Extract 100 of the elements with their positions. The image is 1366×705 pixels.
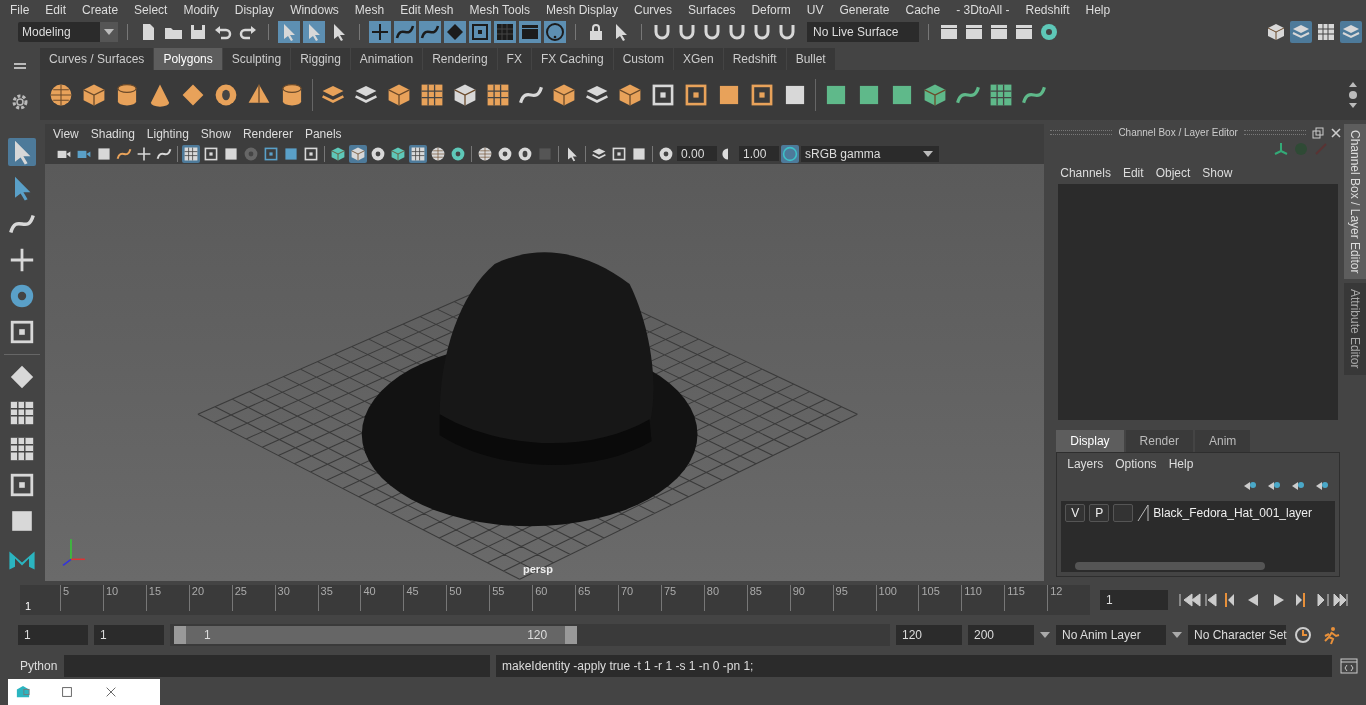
menu-item[interactable]: Modify	[175, 3, 227, 17]
caret-icon[interactable]	[1040, 632, 1050, 639]
shelf-tab[interactable]: Polygons	[154, 47, 222, 70]
side-tab[interactable]: Channel Box / Layer Editor	[1344, 123, 1366, 280]
color-space-dropdown[interactable]: sRGB gamma	[800, 145, 939, 162]
menu-item[interactable]: Generate	[831, 3, 898, 17]
menu-item[interactable]: Surfaces	[680, 3, 744, 17]
frame-icon[interactable]	[469, 20, 491, 43]
end-frame-field[interactable]: 200	[968, 625, 1034, 646]
playback-start-field[interactable]: 1	[94, 625, 164, 646]
shelf-tab[interactable]: Curves / Surfaces	[40, 47, 154, 70]
minimized-window-bar[interactable]	[8, 679, 160, 705]
float-icon[interactable]	[1312, 126, 1325, 139]
panel-menu-item[interactable]: View	[46, 126, 85, 141]
start-frame-field[interactable]: 1	[18, 625, 88, 646]
shelf-tab[interactable]: Redshift	[723, 47, 786, 70]
panel-menu-item[interactable]: Panels	[298, 126, 348, 141]
script-language-label[interactable]: Python	[20, 659, 58, 673]
maximize-icon[interactable]	[60, 685, 74, 699]
app-icon[interactable]	[16, 685, 30, 699]
side-tab[interactable]: Attribute Editor	[1344, 283, 1366, 375]
shelf-tab[interactable]: FX	[497, 47, 531, 70]
panel-menu-item[interactable]: Channels	[1054, 165, 1117, 180]
layer-tab[interactable]: Anim	[1194, 429, 1251, 452]
menu-set-dropdown[interactable]: Modeling	[18, 21, 118, 42]
character-set-dropdown[interactable]: No Character Set	[1188, 625, 1286, 646]
axis-icon[interactable]	[1274, 141, 1288, 156]
curve-icon[interactable]	[394, 20, 416, 43]
shelf-tab[interactable]: FX Caching	[531, 47, 613, 70]
menu-item[interactable]: Deform	[743, 3, 799, 17]
script-editor-icon[interactable]	[1338, 655, 1360, 677]
curve-icon[interactable]	[419, 20, 441, 43]
layer-tab[interactable]: Display	[1056, 429, 1124, 452]
menu-item[interactable]: Mesh Tools	[461, 3, 538, 17]
plus-icon[interactable]	[369, 20, 391, 43]
menu-item[interactable]: UV	[798, 3, 832, 17]
shelf-tab[interactable]: Rigging	[291, 47, 350, 70]
shelf-tab[interactable]: Animation	[350, 47, 423, 70]
menu-item[interactable]: Edit	[37, 3, 75, 17]
frame-ruler[interactable]: 1 5 10 15 20 25 30 35 40 45 50 55 60 65 70 75 80 85 90 95 100 105 110 115 12	[20, 585, 1090, 616]
menu-item[interactable]: - 3DtoAll -	[948, 3, 1018, 17]
menu-item[interactable]: Curves	[626, 3, 681, 17]
panel-menu-item[interactable]: Renderer	[236, 126, 299, 141]
playback-end-field[interactable]: 120	[896, 625, 962, 646]
menu-item[interactable]: Windows	[282, 3, 347, 17]
caret-icon[interactable]	[1172, 632, 1182, 639]
shelf-tab[interactable]: Sculpting	[222, 47, 291, 70]
cube-icon[interactable]	[348, 144, 367, 163]
layer-tab[interactable]: Render	[1125, 429, 1193, 452]
panel-menu-item[interactable]: Show	[1196, 165, 1239, 180]
live-surface-field[interactable]: No Live Surface	[807, 21, 919, 42]
reference-toggle[interactable]	[1113, 503, 1134, 522]
current-frame-field[interactable]: 1	[1100, 590, 1168, 611]
playback-controls-icon[interactable]	[1178, 592, 1348, 609]
menu-item[interactable]: File	[2, 3, 38, 17]
grid-icon[interactable]	[494, 20, 516, 43]
panel-menu-item[interactable]: Layers	[1061, 456, 1110, 471]
shelf-tab[interactable]: Rendering	[423, 47, 497, 70]
layers-icon[interactable]	[1290, 20, 1312, 43]
toggle-icon[interactable]	[780, 144, 799, 163]
command-input-field[interactable]	[64, 655, 490, 677]
cylinder-icon[interactable]	[114, 81, 140, 108]
grid-icon[interactable]	[408, 144, 427, 163]
panel-menu-item[interactable]: Shading	[84, 126, 141, 141]
close-icon[interactable]	[104, 685, 118, 699]
panel-menu-item[interactable]: Show	[194, 126, 237, 141]
menu-item[interactable]: Mesh Display	[538, 3, 627, 17]
panel-menu-item[interactable]: Edit	[1116, 165, 1150, 180]
menu-item[interactable]: Redshift	[1017, 3, 1078, 17]
playback-toggle[interactable]: P	[1089, 503, 1110, 522]
visibility-toggle[interactable]: V	[1065, 503, 1086, 522]
cylinder-icon[interactable]	[279, 81, 305, 108]
layer-name[interactable]: Black_Fedora_Hat_001_layer	[1153, 505, 1312, 520]
menu-item[interactable]: Cache	[897, 3, 949, 17]
cursor-icon[interactable]	[278, 20, 300, 43]
panel-menu-item[interactable]: Help	[1162, 456, 1200, 471]
diamond-icon[interactable]	[444, 20, 466, 43]
exposure-field[interactable]: 0.00	[676, 146, 717, 162]
menu-item[interactable]: Select	[126, 3, 176, 17]
menu-item[interactable]: Display	[226, 3, 283, 17]
grid-icon[interactable]	[181, 144, 200, 163]
range-bar[interactable]: 1 120	[174, 626, 578, 645]
menu-item[interactable]: Help	[1077, 3, 1119, 17]
panel-menu-item[interactable]: Lighting	[140, 126, 195, 141]
close-icon[interactable]	[1330, 126, 1343, 139]
shelf-tab[interactable]: XGen	[673, 47, 723, 70]
shelf-tab[interactable]: Custom	[613, 47, 673, 70]
menu-item[interactable]: Mesh	[346, 3, 393, 17]
anim-layer-dropdown[interactable]: No Anim Layer	[1056, 625, 1166, 646]
panel-menu-item[interactable]: Object	[1149, 165, 1197, 180]
menu-item[interactable]: Create	[74, 3, 127, 17]
menu-item[interactable]: Edit Mesh	[392, 3, 462, 17]
clapper-icon[interactable]	[519, 20, 541, 43]
select-tool-icon[interactable]	[8, 137, 37, 166]
layers-icon[interactable]	[1340, 20, 1362, 43]
gamma-field[interactable]: 1.00	[738, 146, 779, 162]
color-swatch-icon[interactable]	[1137, 503, 1150, 522]
cursor-icon[interactable]	[303, 20, 325, 43]
panel-menu-item[interactable]: Options	[1109, 456, 1163, 471]
shelf-tab[interactable]: Bullet	[786, 47, 835, 70]
